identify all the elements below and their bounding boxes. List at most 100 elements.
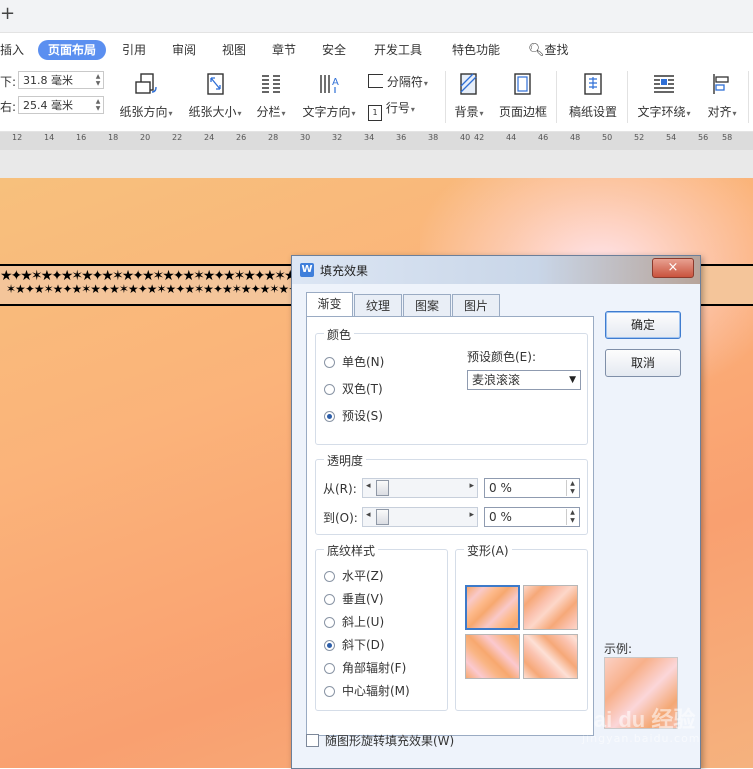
ruler-tick: 12: [12, 133, 23, 142]
find-label: 查找: [544, 43, 569, 57]
rotate-with-shape-checkbox[interactable]: 随图形旋转填充效果(W): [306, 732, 454, 749]
radio-indicator: [324, 686, 335, 697]
manuscript-settings-button[interactable]: 稿纸设置: [565, 71, 621, 120]
slider-left-arrow-icon[interactable]: ◂: [366, 510, 371, 520]
transparency-from-spinner[interactable]: ▲ ▼: [566, 480, 578, 496]
transparency-to-input[interactable]: 0 % ▲ ▼: [484, 507, 580, 527]
svg-text:A: A: [332, 77, 339, 88]
text-direction-button[interactable]: A 文字方向▾: [300, 71, 358, 120]
text-wrap-icon: [654, 75, 674, 93]
paper-size-icon: [207, 73, 224, 95]
line-number-button[interactable]: 1 行号▾: [368, 99, 438, 121]
orientation-icon: [135, 73, 157, 94]
tab-page-layout[interactable]: 页面布局: [38, 40, 107, 60]
page-border-button[interactable]: 页面边框: [497, 71, 549, 120]
ruler-tick: 46: [538, 133, 549, 142]
color-one-radio[interactable]: 单色(N): [324, 354, 384, 370]
orientation-button[interactable]: 纸张方向▾: [117, 71, 175, 120]
slider-right-arrow-icon[interactable]: ▸: [469, 510, 474, 520]
background-button[interactable]: 背景▾: [450, 71, 488, 120]
tab-references[interactable]: 引用: [122, 40, 146, 60]
transparency-to-slider[interactable]: ◂ ▸: [362, 507, 478, 527]
margin-right-spinner[interactable]: ▲ ▼: [94, 98, 102, 112]
tab-picture[interactable]: 图片: [452, 294, 500, 316]
slider-right-arrow-icon[interactable]: ▸: [469, 481, 474, 491]
ruler-tick: 24: [204, 133, 215, 142]
rotate-with-shape-label: 随图形旋转填充效果(W): [325, 734, 455, 748]
margin-bottom-field[interactable]: 31.8 毫米 ▲ ▼: [18, 71, 104, 89]
tab-pattern[interactable]: 图案: [403, 294, 451, 316]
shading-diagonal-up-radio[interactable]: 斜上(U): [324, 614, 384, 630]
slider-thumb[interactable]: [376, 509, 389, 525]
tab-review[interactable]: 审阅: [172, 40, 196, 60]
shading-diagonal-down-label: 斜下(D): [342, 638, 385, 652]
slider-left-arrow-icon[interactable]: ◂: [366, 481, 371, 491]
shading-from-corner-radio[interactable]: 角部辐射(F): [324, 660, 406, 676]
shading-diagonal-down-radio[interactable]: 斜下(D): [324, 637, 385, 653]
toolbar-divider: [627, 71, 628, 123]
horizontal-ruler[interactable]: 12 14 16 18 20 22 24 26 28 30 32 34 36 3…: [0, 132, 753, 150]
find-button[interactable]: 🔍︎查找: [528, 40, 569, 60]
paper-size-button[interactable]: 纸张大小▾: [186, 71, 244, 120]
slider-thumb[interactable]: [376, 480, 389, 496]
document-gutter: [0, 150, 753, 178]
variant-swatch-3[interactable]: [465, 634, 520, 679]
checkbox-indicator: [306, 734, 319, 747]
transparency-from-label: 从(R):: [323, 482, 357, 496]
align-button[interactable]: 对齐▾: [703, 71, 741, 120]
tab-texture[interactable]: 纹理: [354, 294, 402, 316]
shading-vertical-radio[interactable]: 垂直(V): [324, 591, 384, 607]
close-button[interactable]: ×: [652, 258, 694, 278]
shading-vertical-label: 垂直(V): [342, 592, 384, 606]
toolbar-divider: [556, 71, 557, 123]
ruler-tick: 40: [460, 133, 471, 142]
variant-swatch-2[interactable]: [523, 585, 578, 630]
shading-from-center-radio[interactable]: 中心辐射(M): [324, 683, 410, 699]
dialog-title-bar[interactable]: W 填充效果 ×: [292, 256, 700, 284]
ruler-tick: 54: [666, 133, 677, 142]
close-icon: ×: [667, 260, 679, 275]
separator-button[interactable]: 分隔符▾: [368, 73, 438, 90]
watermark-url: jingyan.baidu.com: [582, 732, 701, 745]
ruler-tick: 56: [698, 133, 709, 142]
margin-bottom-spinner[interactable]: ▲ ▼: [94, 73, 102, 87]
ruler-tick: 32: [332, 133, 343, 142]
color-two-radio[interactable]: 双色(T): [324, 381, 383, 397]
background-label: 背景: [454, 105, 479, 119]
ok-button[interactable]: 确定: [605, 311, 681, 339]
tab-developer[interactable]: 开发工具: [374, 40, 422, 60]
margin-right-field[interactable]: 25.4 毫米 ▲ ▼: [18, 96, 104, 114]
variants-title: 变形(A): [464, 542, 512, 559]
tab-gradient[interactable]: 渐变: [306, 292, 353, 316]
variant-swatch-1[interactable]: [465, 585, 520, 630]
dropdown-arrow-icon: ▼: [569, 375, 576, 385]
transparency-from-slider[interactable]: ◂ ▸: [362, 478, 478, 498]
columns-button[interactable]: 分栏▾: [253, 71, 289, 120]
ruler-tick: 14: [44, 133, 55, 142]
colors-group: 颜色 单色(N) 双色(T) 预设(S) 预设颜色(E): 麦浪滚滚 ▼: [315, 326, 588, 445]
color-two-label: 双色(T): [342, 382, 383, 396]
transparency-from-input[interactable]: 0 % ▲ ▼: [484, 478, 580, 498]
color-preset-radio[interactable]: 预设(S): [324, 408, 383, 424]
transparency-to-spinner[interactable]: ▲ ▼: [566, 509, 578, 525]
tab-insert[interactable]: 插入: [0, 40, 24, 60]
margin-right-value: 25.4 毫米: [23, 99, 73, 112]
new-tab-plus-icon[interactable]: +: [0, 4, 15, 24]
shading-horizontal-radio[interactable]: 水平(Z): [324, 568, 384, 584]
columns-label: 分栏: [256, 105, 281, 119]
manuscript-settings-label: 稿纸设置: [568, 105, 617, 119]
tab-chapter[interactable]: 章节: [272, 40, 296, 60]
radio-indicator-selected: [324, 640, 335, 651]
page-border-icon: [514, 73, 531, 95]
ruler-tick: 42: [474, 133, 485, 142]
variant-swatch-4[interactable]: [523, 634, 578, 679]
tab-special-features[interactable]: 特色功能: [452, 40, 500, 60]
cancel-button[interactable]: 取消: [605, 349, 681, 377]
transparency-to-value: 0 %: [489, 510, 512, 524]
tab-view[interactable]: 视图: [222, 40, 246, 60]
preset-colors-select[interactable]: 麦浪滚滚 ▼: [467, 370, 581, 390]
separator-icon: [368, 74, 383, 88]
tab-security[interactable]: 安全: [322, 40, 346, 60]
dialog-title: 填充效果: [320, 264, 369, 278]
text-wrap-button[interactable]: 文字环绕▾: [634, 71, 694, 120]
